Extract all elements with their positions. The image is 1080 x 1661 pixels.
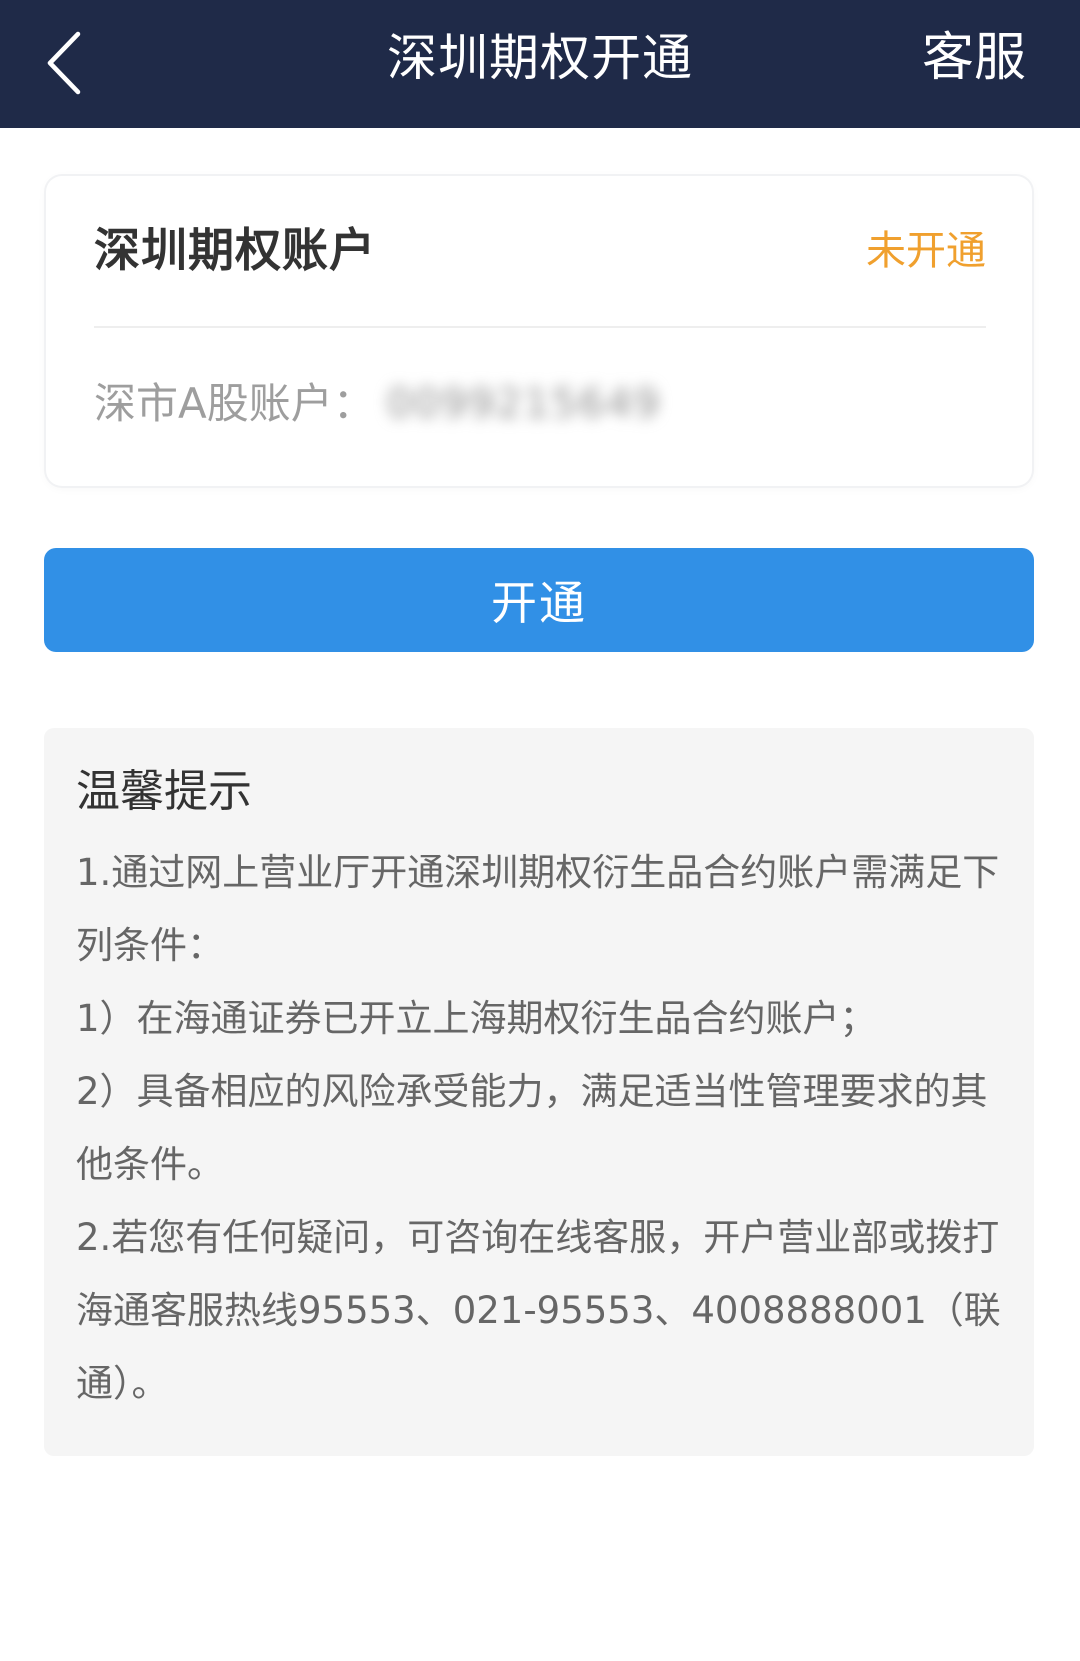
tips-title: 温馨提示 [76, 766, 252, 817]
tips-item-2: 2.若您有任何疑问，可咨询在线客服，开户营业部或拨打海通客服热线95553、02… [76, 1216, 1001, 1405]
sz-a-share-account-label: 深市A股账户： [94, 379, 375, 428]
account-card: 深圳期权账户 未开通 深市A股账户： 0099215649 [46, 176, 1032, 486]
tips-panel: 温馨提示 1.通过网上营业厅开通深圳期权衍生品合约账户需满足下列条件： 1）在海… [44, 728, 1034, 1456]
top-navigation-bar: 深圳期权开通 客服 [0, 0, 1080, 128]
tips-item-1-condition-2: 2）具备相应的风险承受能力，满足适当性管理要求的其他条件。 [76, 1070, 988, 1186]
tips-item-1-condition-1: 1）在海通证券已开立上海期权衍生品合约账户； [76, 997, 877, 1040]
page-title: 深圳期权开通 [387, 29, 693, 87]
account-card-title: 深圳期权账户 [94, 223, 376, 277]
open-account-button[interactable]: 开通 [44, 548, 1034, 652]
card-divider [94, 326, 986, 328]
sz-a-share-account-number: 0099215649 [386, 381, 662, 427]
tips-item-1: 1.通过网上营业厅开通深圳期权衍生品合约账户需满足下列条件： [76, 851, 1000, 967]
sz-a-share-account-row: 深市A股账户： 0099215649 [94, 374, 661, 434]
account-status-badge: 未开通 [866, 228, 986, 274]
tips-body: 1.通过网上营业厅开通深圳期权衍生品合约账户需满足下列条件： 1）在海通证券已开… [76, 836, 1012, 1420]
customer-service-button[interactable]: 客服 [922, 26, 1026, 90]
